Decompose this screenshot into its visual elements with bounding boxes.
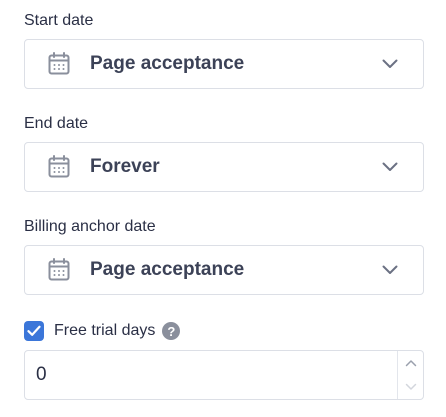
calendar-icon	[47, 52, 71, 76]
billing-anchor-date-select[interactable]: Page acceptance	[24, 245, 424, 295]
calendar-icon	[47, 258, 71, 282]
decrement-button[interactable]	[398, 375, 423, 399]
chevron-up-icon	[405, 360, 416, 367]
end-date-label: End date	[24, 115, 89, 132]
free-trial-label[interactable]: Free trial days	[54, 322, 155, 340]
start-date-value: Page acceptance	[90, 53, 245, 74]
quantity-stepper[interactable]	[397, 351, 423, 399]
start-date-label: Start date	[24, 12, 94, 29]
end-date-select[interactable]: Forever	[24, 142, 424, 192]
billing-anchor-date-value: Page acceptance	[90, 259, 245, 280]
free-trial-row: Free trial days ?	[24, 320, 181, 342]
free-trial-days-value[interactable]: 0	[25, 364, 397, 386]
free-trial-checkbox[interactable]	[24, 321, 44, 341]
chevron-down-icon	[381, 158, 399, 176]
calendar-icon	[47, 155, 71, 179]
billing-anchor-date-label: Billing anchor date	[24, 218, 156, 235]
question-circle-icon[interactable]: ?	[162, 322, 181, 340]
end-date-value: Forever	[90, 156, 160, 177]
chevron-down-icon	[381, 55, 399, 73]
chevron-down-icon	[405, 383, 416, 390]
free-trial-days-input[interactable]: 0	[24, 350, 424, 400]
start-date-select[interactable]: Page acceptance	[24, 39, 424, 89]
increment-button[interactable]	[398, 351, 423, 375]
checkmark-icon	[27, 325, 41, 336]
chevron-down-icon	[381, 261, 399, 279]
